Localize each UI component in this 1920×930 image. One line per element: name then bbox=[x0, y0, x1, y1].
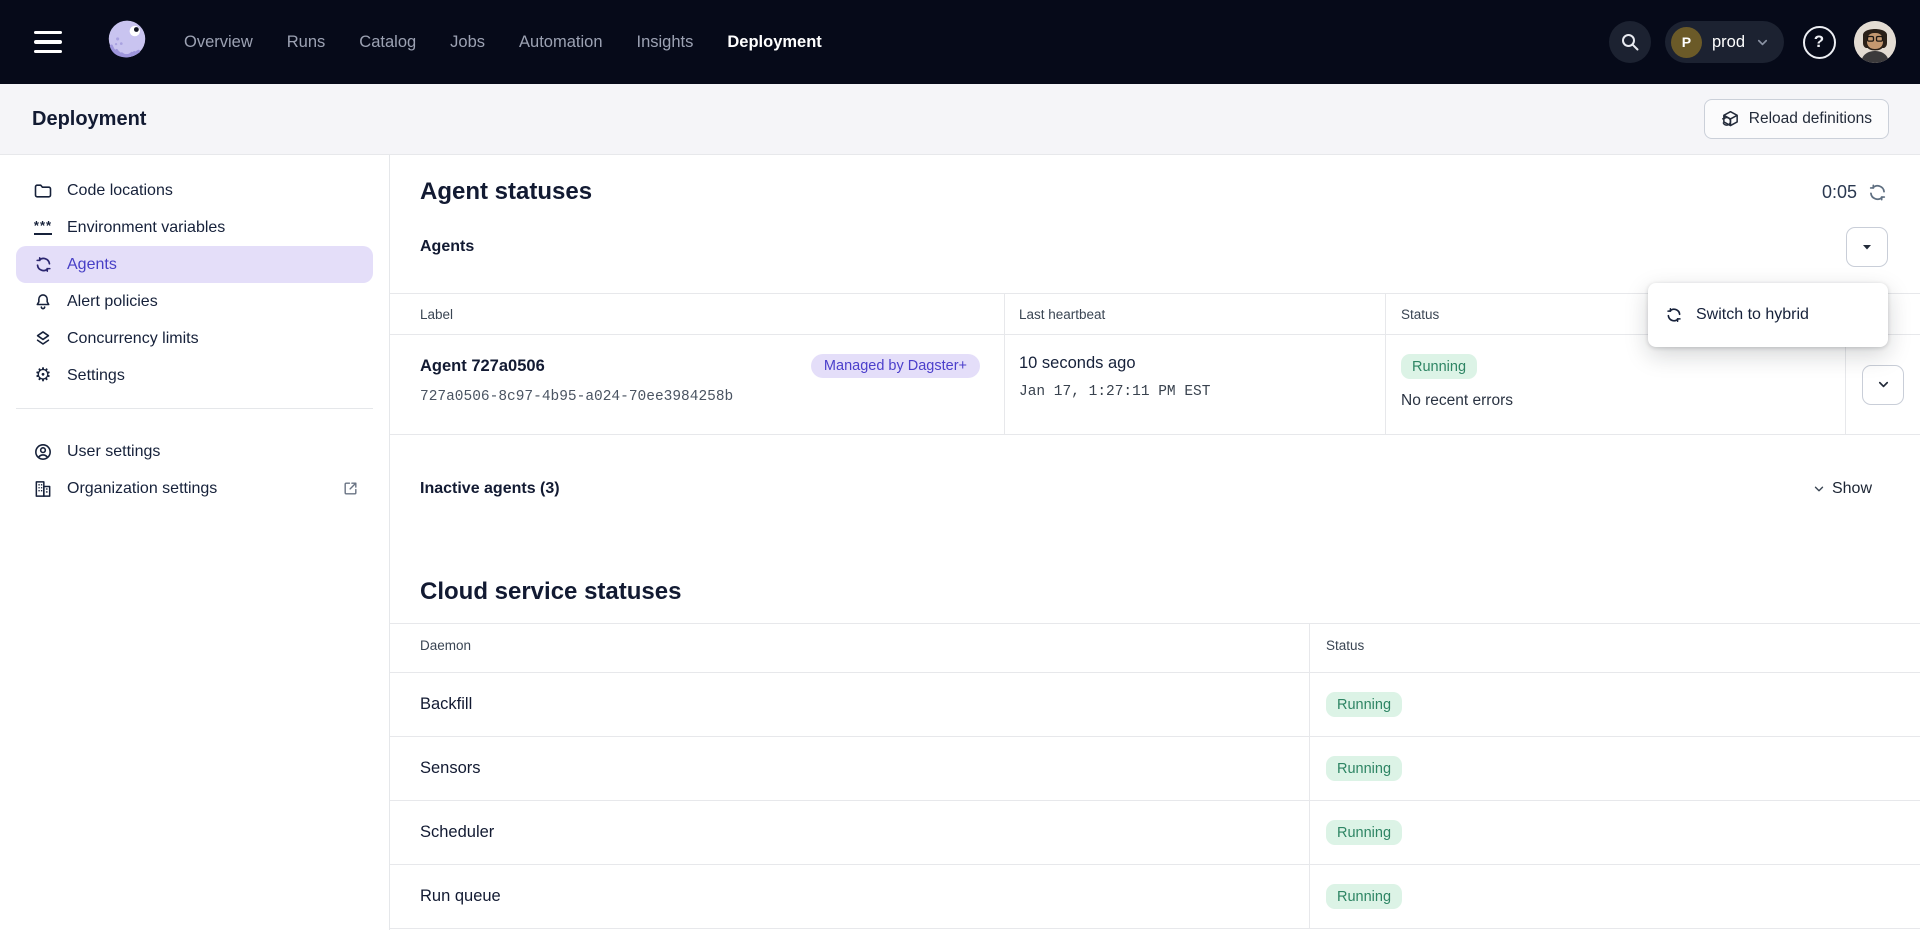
user-circle-icon bbox=[33, 442, 53, 462]
column-header-last-heartbeat: Last heartbeat bbox=[1004, 294, 1385, 335]
agent-icon bbox=[1665, 306, 1683, 324]
primary-nav: Overview Runs Catalog Jobs Automation In… bbox=[184, 33, 822, 52]
layers-icon bbox=[33, 329, 53, 349]
sidebar-item-label: Concurrency limits bbox=[67, 330, 199, 348]
user-avatar[interactable] bbox=[1854, 21, 1896, 63]
agent-id: 727a0506-8c97-4b95-a024-70ee3984258b bbox=[420, 389, 980, 405]
agent-status-badge: Running bbox=[1401, 354, 1477, 379]
deployment-switcher[interactable]: P prod bbox=[1665, 21, 1784, 63]
sidebar-item-label: Agents bbox=[67, 256, 117, 274]
agent-row: Agent 727a0506 Managed by Dagster+ 727a0… bbox=[390, 335, 1920, 434]
reload-definitions-button[interactable]: Reload definitions bbox=[1704, 99, 1889, 139]
agent-statuses-title: Agent statuses bbox=[420, 178, 592, 206]
daemon-row-backfill: Backfill Running bbox=[390, 672, 1920, 736]
sidebar-item-alert-policies[interactable]: Alert policies bbox=[16, 283, 373, 320]
agent-row-actions-button[interactable] bbox=[1862, 365, 1904, 405]
sidebar-item-user-settings[interactable]: User settings bbox=[16, 433, 373, 470]
folder-icon bbox=[33, 181, 53, 201]
nav-item-jobs[interactable]: Jobs bbox=[450, 33, 485, 52]
help-icon: ? bbox=[1803, 26, 1836, 59]
deployment-avatar: P bbox=[1671, 27, 1702, 58]
daemon-status-badge: Running bbox=[1326, 756, 1402, 781]
sidebar-item-label: Code locations bbox=[67, 182, 173, 200]
nav-item-catalog[interactable]: Catalog bbox=[359, 33, 416, 52]
daemon-row-run-queue: Run queue Running bbox=[390, 864, 1920, 928]
sidebar-item-label: Organization settings bbox=[67, 480, 217, 498]
daemon-name: Scheduler bbox=[390, 801, 1309, 864]
chevron-down-icon bbox=[1812, 482, 1826, 496]
top-nav: Overview Runs Catalog Jobs Automation In… bbox=[0, 0, 1920, 84]
sidebar-divider bbox=[16, 408, 373, 409]
reload-definitions-label: Reload definitions bbox=[1749, 110, 1872, 128]
agents-subsection-title: Agents bbox=[420, 238, 474, 256]
sidebar-item-label: User settings bbox=[67, 443, 160, 461]
sidebar-item-label: Environment variables bbox=[67, 219, 225, 237]
inactive-agents-label: Inactive agents (3) bbox=[420, 480, 560, 498]
menu-item-label: Switch to hybrid bbox=[1696, 306, 1809, 324]
daemon-name: Run queue bbox=[390, 865, 1309, 928]
agent-icon bbox=[33, 255, 53, 275]
daemon-row-scheduler: Scheduler Running bbox=[390, 800, 1920, 864]
daemon-name: Backfill bbox=[390, 673, 1309, 736]
cloud-services-table-header: Daemon Status bbox=[390, 624, 1920, 672]
chevron-down-icon bbox=[1876, 377, 1891, 392]
agents-dropdown-menu: Switch to hybrid bbox=[1648, 283, 1888, 347]
daemon-row-sensors: Sensors Running bbox=[390, 736, 1920, 800]
sidebar-item-environment-variables[interactable]: *** Environment variables bbox=[16, 209, 373, 246]
show-inactive-agents-toggle[interactable]: Show bbox=[1812, 480, 1872, 498]
sidebar-item-organization-settings[interactable]: Organization settings bbox=[16, 470, 373, 507]
nav-item-deployment[interactable]: Deployment bbox=[727, 33, 821, 52]
deployment-name: prod bbox=[1712, 33, 1745, 52]
agent-status-note: No recent errors bbox=[1401, 392, 1821, 410]
bell-icon bbox=[33, 292, 53, 312]
page-header: Deployment Reload definitions bbox=[0, 84, 1920, 155]
env-vars-icon: *** bbox=[33, 218, 53, 238]
managed-by-dagster-badge: Managed by Dagster+ bbox=[811, 354, 980, 378]
sidebar-item-code-locations[interactable]: Code locations bbox=[16, 172, 373, 209]
heartbeat-relative: 10 seconds ago bbox=[1019, 354, 1361, 373]
show-toggle-label: Show bbox=[1832, 480, 1872, 498]
agents-menu-button[interactable] bbox=[1846, 227, 1888, 267]
refresh-icon bbox=[1867, 182, 1888, 203]
reload-package-icon bbox=[1721, 110, 1740, 129]
cloud-services-table: Daemon Status Backfill Running Sensors R… bbox=[390, 623, 1920, 930]
daemon-name: Sensors bbox=[390, 737, 1309, 800]
heartbeat-timestamp: Jan 17, 1:27:11 PM EST bbox=[1019, 384, 1361, 400]
sidebar-item-label: Settings bbox=[67, 367, 125, 385]
refresh-countdown[interactable]: 0:05 bbox=[1822, 182, 1888, 203]
column-header-status: Status bbox=[1309, 624, 1920, 672]
sidebar-item-label: Alert policies bbox=[67, 293, 158, 311]
building-icon bbox=[33, 479, 53, 499]
column-header-daemon: Daemon bbox=[390, 624, 1309, 672]
caret-down-icon bbox=[1861, 241, 1873, 253]
dagster-logo-icon[interactable] bbox=[102, 17, 152, 67]
nav-right-controls: P prod ? bbox=[1609, 21, 1896, 63]
daemon-status-badge: Running bbox=[1326, 820, 1402, 845]
search-icon bbox=[1620, 32, 1640, 52]
nav-item-overview[interactable]: Overview bbox=[184, 33, 253, 52]
deployment-sidebar: Code locations *** Environment variables… bbox=[0, 155, 390, 930]
daemon-status-badge: Running bbox=[1326, 884, 1402, 909]
agents-main-panel: Agent statuses 0:05 Agents bbox=[390, 155, 1920, 930]
page-title: Deployment bbox=[32, 108, 146, 131]
search-button[interactable] bbox=[1609, 21, 1651, 63]
refresh-countdown-value: 0:05 bbox=[1822, 182, 1857, 203]
chevron-down-icon bbox=[1755, 35, 1770, 50]
sidebar-item-agents[interactable]: Agents bbox=[16, 246, 373, 283]
nav-item-insights[interactable]: Insights bbox=[637, 33, 694, 52]
nav-item-automation[interactable]: Automation bbox=[519, 33, 602, 52]
sidebar-item-concurrency-limits[interactable]: Concurrency limits bbox=[16, 320, 373, 357]
help-button[interactable]: ? bbox=[1798, 21, 1840, 63]
menu-item-switch-to-hybrid[interactable]: Switch to hybrid bbox=[1648, 291, 1888, 339]
gear-icon: ⚙ bbox=[33, 366, 53, 386]
hamburger-menu-icon[interactable] bbox=[34, 23, 72, 61]
daemon-status-badge: Running bbox=[1326, 692, 1402, 717]
nav-item-runs[interactable]: Runs bbox=[287, 33, 326, 52]
agent-name[interactable]: Agent 727a0506 bbox=[420, 357, 545, 376]
sidebar-item-settings[interactable]: ⚙ Settings bbox=[16, 357, 373, 394]
cloud-service-statuses-title: Cloud service statuses bbox=[420, 578, 1888, 606]
external-link-icon bbox=[342, 480, 359, 497]
column-header-label: Label bbox=[390, 294, 1004, 335]
